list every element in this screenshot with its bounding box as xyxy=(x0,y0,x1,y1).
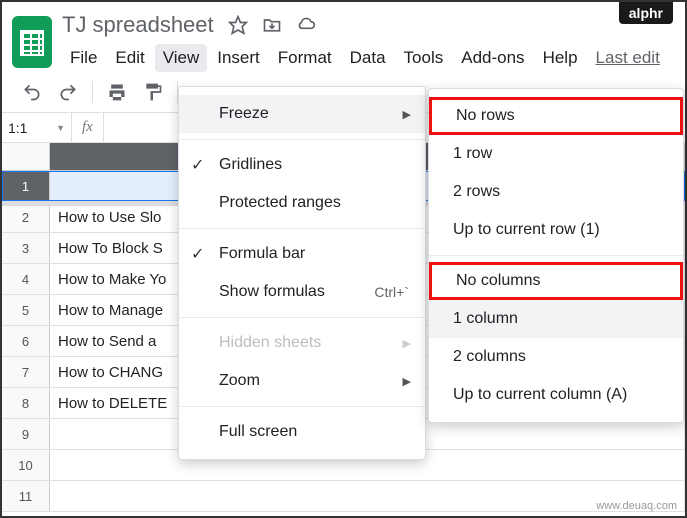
menu-label: 2 rows xyxy=(453,183,500,201)
menu-formula-bar[interactable]: ✓ Formula bar xyxy=(179,235,425,273)
sheets-logo-icon[interactable] xyxy=(12,16,52,68)
table-row[interactable]: 11 xyxy=(2,481,685,512)
caret-down-icon: ▼ xyxy=(56,123,65,133)
menu-data[interactable]: Data xyxy=(342,44,394,72)
row-header[interactable]: 10 xyxy=(2,450,50,480)
last-edit-link[interactable]: Last edit xyxy=(596,48,660,68)
row-header[interactable]: 2 xyxy=(2,202,50,232)
menu-file[interactable]: File xyxy=(62,44,105,72)
menu-separator xyxy=(179,406,425,407)
fx-label: fx xyxy=(72,113,104,142)
menu-label: Hidden sheets xyxy=(219,334,321,352)
watermark-url: www.deuaq.com xyxy=(596,500,677,512)
check-icon: ✓ xyxy=(191,244,204,264)
toolbar-separator xyxy=(92,81,93,103)
row-header[interactable]: 8 xyxy=(2,388,50,418)
check-icon: ✓ xyxy=(191,155,204,175)
menu-insert[interactable]: Insert xyxy=(209,44,268,72)
menu-label: No columns xyxy=(456,272,540,290)
freeze-1-row[interactable]: 1 row xyxy=(429,135,683,173)
menu-addons[interactable]: Add-ons xyxy=(453,44,532,72)
menu-label: Protected ranges xyxy=(219,194,341,212)
menu-label: Gridlines xyxy=(219,156,282,174)
submenu-arrow-icon: ▶ xyxy=(403,337,411,350)
freeze-1-column[interactable]: 1 column xyxy=(429,300,683,338)
submenu-arrow-icon: ▶ xyxy=(403,108,411,121)
menu-separator xyxy=(429,255,683,256)
menu-tools[interactable]: Tools xyxy=(396,44,452,72)
row-header[interactable]: 9 xyxy=(2,419,50,449)
menu-label: Full screen xyxy=(219,423,297,441)
freeze-submenu: No rows 1 row 2 rows Up to current row (… xyxy=(428,88,684,423)
row-header[interactable]: 7 xyxy=(2,357,50,387)
menu-help[interactable]: Help xyxy=(535,44,586,72)
menu-edit[interactable]: Edit xyxy=(107,44,152,72)
menu-separator xyxy=(179,317,425,318)
menu-protected-ranges[interactable]: Protected ranges xyxy=(179,184,425,222)
view-dropdown: Freeze ▶ ✓ Gridlines Protected ranges ✓ For… xyxy=(178,86,426,460)
menubar: File Edit View Insert Format Data Tools … xyxy=(62,44,677,72)
menu-format[interactable]: Format xyxy=(270,44,340,72)
select-all-corner[interactable] xyxy=(2,143,50,170)
cell[interactable] xyxy=(50,481,685,511)
menu-label: Up to current column (A) xyxy=(453,386,627,404)
redo-icon[interactable] xyxy=(56,80,80,104)
menu-freeze[interactable]: Freeze ▶ xyxy=(179,95,425,133)
menu-label: Formula bar xyxy=(219,245,305,263)
freeze-no-rows[interactable]: No rows xyxy=(429,97,683,135)
menu-label: No rows xyxy=(456,107,515,125)
undo-icon[interactable] xyxy=(20,80,44,104)
doc-title[interactable]: TJ spreadsheet xyxy=(62,12,214,38)
paint-format-icon[interactable] xyxy=(141,80,165,104)
print-icon[interactable] xyxy=(105,80,129,104)
menu-full-screen[interactable]: Full screen xyxy=(179,413,425,451)
header: TJ spreadsheet File Edit View Insert For… xyxy=(2,2,685,72)
freeze-2-rows[interactable]: 2 rows xyxy=(429,173,683,211)
menu-zoom[interactable]: Zoom ▶ xyxy=(179,362,425,400)
submenu-arrow-icon: ▶ xyxy=(403,375,411,388)
star-icon[interactable] xyxy=(228,15,248,35)
menu-view[interactable]: View xyxy=(155,44,208,72)
row-header[interactable]: 3 xyxy=(2,233,50,263)
menu-label: 1 row xyxy=(453,145,492,163)
shortcut-label: Ctrl+` xyxy=(374,284,409,300)
row-header[interactable]: 1 xyxy=(2,171,50,201)
menu-show-formulas[interactable]: Show formulas Ctrl+` xyxy=(179,273,425,311)
menu-label: 2 columns xyxy=(453,348,526,366)
row-header[interactable]: 11 xyxy=(2,481,50,511)
menu-separator xyxy=(179,228,425,229)
name-box[interactable]: 1:1 ▼ xyxy=(2,113,72,142)
menu-label: Zoom xyxy=(219,372,260,390)
menu-label: Freeze xyxy=(219,105,269,123)
freeze-2-columns[interactable]: 2 columns xyxy=(429,338,683,376)
menu-separator xyxy=(179,139,425,140)
menu-label: Up to current row (1) xyxy=(453,221,600,239)
row-header[interactable]: 5 xyxy=(2,295,50,325)
menu-hidden-sheets: Hidden sheets ▶ xyxy=(179,324,425,362)
freeze-up-to-column[interactable]: Up to current column (A) xyxy=(429,376,683,414)
row-header[interactable]: 4 xyxy=(2,264,50,294)
cloud-status-icon[interactable] xyxy=(296,15,316,35)
alphr-badge: alphr xyxy=(619,2,673,24)
freeze-up-to-row[interactable]: Up to current row (1) xyxy=(429,211,683,249)
menu-label: Show formulas xyxy=(219,283,325,301)
name-box-value: 1:1 xyxy=(8,120,27,136)
freeze-no-columns[interactable]: No columns xyxy=(429,262,683,300)
row-header[interactable]: 6 xyxy=(2,326,50,356)
move-to-folder-icon[interactable] xyxy=(262,15,282,35)
menu-label: 1 column xyxy=(453,310,518,328)
menu-gridlines[interactable]: ✓ Gridlines xyxy=(179,146,425,184)
